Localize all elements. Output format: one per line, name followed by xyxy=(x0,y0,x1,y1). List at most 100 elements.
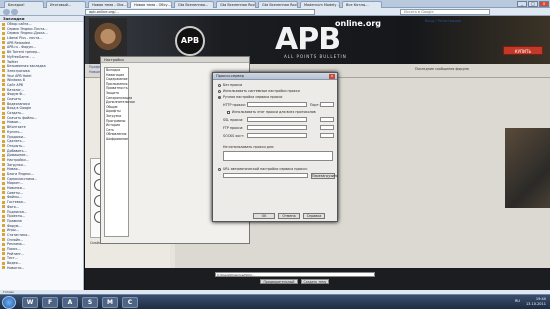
browser-tab[interactable]: Gta Вселенная... xyxy=(174,1,214,8)
browser-tab[interactable]: Gta Вселенная Rock... xyxy=(258,1,298,8)
http-proxy-input[interactable] xyxy=(247,102,307,107)
no-proxy-label: Не использовать прокси для: xyxy=(223,145,275,149)
bookmark-label: Каталог... xyxy=(7,87,25,92)
socks-port-input[interactable] xyxy=(320,133,334,138)
bookmark-icon xyxy=(2,153,5,157)
settings-nav-item[interactable]: Шифрование xyxy=(105,137,128,142)
taskbar-app-icon[interactable]: A xyxy=(62,297,78,308)
address-input[interactable]: apb.online.org/... xyxy=(85,9,315,15)
forward-icon[interactable] xyxy=(11,9,18,15)
sidebar-bookmark-item[interactable]: Новости... xyxy=(0,266,83,271)
bookmark-label: Купить... xyxy=(7,129,23,134)
bookmark-label: Гостевая... xyxy=(7,200,26,205)
ok-button[interactable]: OK xyxy=(253,213,275,219)
bookmark-label: Your APB Hotel xyxy=(7,73,32,78)
http-port-input[interactable] xyxy=(320,102,334,107)
bookmark-label: Загрузки... xyxy=(7,162,26,167)
bookmark-label: Сделать... xyxy=(7,139,25,144)
bookmark-label: Скачать файлы... xyxy=(7,115,38,120)
ssl-port-input[interactable] xyxy=(320,117,334,122)
bookmark-icon xyxy=(2,135,5,138)
browser-tab[interactable]: Новая тема - Обсу... xyxy=(130,1,172,8)
bookmark-label: Новинки... xyxy=(7,186,26,191)
bookmark-label: Добавить... xyxy=(7,148,27,153)
bookmark-icon xyxy=(2,191,5,195)
browser-tab[interactable]: Беседка! xyxy=(4,1,44,8)
game-screenshot xyxy=(505,128,550,208)
taskbar-app-icon[interactable]: W xyxy=(22,297,38,308)
browser-tab[interactable]: Все Котлы... xyxy=(342,1,382,8)
browser-tab[interactable]: Modernum Modely — Yan... xyxy=(300,1,340,8)
taskbar-app-icon[interactable]: M xyxy=(102,297,118,308)
bookmark-label: Маркет... xyxy=(7,181,24,186)
bookmark-icon xyxy=(2,163,5,167)
help-button[interactable]: Справка xyxy=(303,213,325,219)
manual-proxy-option[interactable]: Ручная настройка сервиса прокси xyxy=(218,95,282,99)
radio-selected-icon xyxy=(218,95,221,99)
ssl-proxy-input[interactable] xyxy=(247,117,307,122)
reload-button[interactable]: Перезагрузить xyxy=(311,173,338,179)
bookmark-icon xyxy=(2,149,5,153)
submit-button[interactable]: Создать тему xyxy=(301,279,329,284)
bookmark-icon xyxy=(2,120,5,124)
dialog-close-button[interactable]: x xyxy=(329,74,335,79)
bookmark-icon xyxy=(2,224,5,228)
taskbar-app-icon[interactable]: F xyxy=(42,297,58,308)
bookmark-icon xyxy=(2,186,5,190)
no-proxy-option[interactable]: Без прокси xyxy=(218,83,242,87)
dialog-title: Прокси-сервер xyxy=(213,73,337,80)
ftp-port-input[interactable] xyxy=(320,125,334,130)
back-icon[interactable] xyxy=(3,9,10,15)
preview-button[interactable]: Предварительный просмотр xyxy=(260,279,298,288)
browser-tab[interactable]: Gta Вселенная Rock... xyxy=(216,1,256,8)
bookmark-icon xyxy=(2,172,5,176)
language-indicator[interactable]: RU xyxy=(515,299,520,303)
bookmark-icon xyxy=(2,167,5,171)
settings-title: Настройки xyxy=(101,57,249,63)
navigation-toolbar: apb.online.org/... Искать в Google xyxy=(0,8,550,16)
search-input[interactable]: Искать в Google xyxy=(400,9,490,15)
socks-proxy-input[interactable] xyxy=(247,133,307,138)
bookmark-icon xyxy=(2,116,5,120)
radio-icon xyxy=(218,83,221,87)
bookmark-label: Проекты... xyxy=(7,214,26,219)
maximize-button[interactable]: □ xyxy=(528,1,538,7)
buy-button[interactable]: КУПИТЬ xyxy=(503,46,543,55)
auto-config-option[interactable]: URL автоматической настройки сервиса про… xyxy=(218,167,308,171)
bookmark-label: Форум Ф... xyxy=(7,92,26,97)
radio-icon xyxy=(218,89,221,93)
browser-tab[interactable]: Итоговый... xyxy=(46,1,86,8)
close-button[interactable]: x xyxy=(539,1,549,7)
checkbox-label: Использовать этот прокси для всех проток… xyxy=(232,110,316,114)
taskbar-app-icon[interactable]: S xyxy=(82,297,98,308)
bookmark-label: Рейтинг... xyxy=(7,251,25,256)
bookmark-label: Файлы... xyxy=(7,195,22,200)
bookmark-label: Вход в Google xyxy=(7,106,32,111)
bookmark-label: Видео... xyxy=(7,261,21,266)
start-button[interactable] xyxy=(2,296,16,309)
system-proxy-option[interactable]: Использовать системные настройки прокси xyxy=(218,89,300,93)
attachment-path-input[interactable]: C:\Users\Download\Doc... xyxy=(215,272,375,277)
ftp-proxy-input[interactable] xyxy=(247,125,307,130)
bookmark-label: Сайт APB xyxy=(7,82,23,87)
bookmark-label: Twitter xyxy=(7,59,19,64)
bookmark-label: MyFreeGame - ... xyxy=(7,54,36,59)
taskbar-app-icon[interactable]: C xyxy=(122,297,138,308)
cancel-button[interactable]: Отмена xyxy=(278,213,300,219)
auto-config-url-input[interactable] xyxy=(223,173,308,178)
bookmark-icon xyxy=(2,144,5,148)
browser-tab[interactable]: Новая тема - Obs... xyxy=(88,1,128,8)
clock-date: 13.10.2011 xyxy=(525,302,546,306)
use-all-checkbox[interactable]: Использовать этот прокси для всех проток… xyxy=(227,110,316,114)
bookmark-icon xyxy=(2,64,5,68)
radio-icon xyxy=(218,167,221,171)
minimize-button[interactable]: _ xyxy=(517,1,527,7)
bookmark-list: Обзор сайта... Сервис Яндекс.Почта... Серв… xyxy=(0,22,83,270)
login-link[interactable]: Вход / Регистрация xyxy=(425,19,461,23)
bookmark-icon xyxy=(2,69,5,73)
no-proxy-input[interactable] xyxy=(223,151,333,161)
bookmark-icon xyxy=(2,158,5,162)
site-logo[interactable]: APB xyxy=(275,22,341,57)
bookmark-icon xyxy=(2,27,5,31)
settings-nav: Вкладки Навигация Содержимое Приложения Прив… xyxy=(104,67,135,237)
